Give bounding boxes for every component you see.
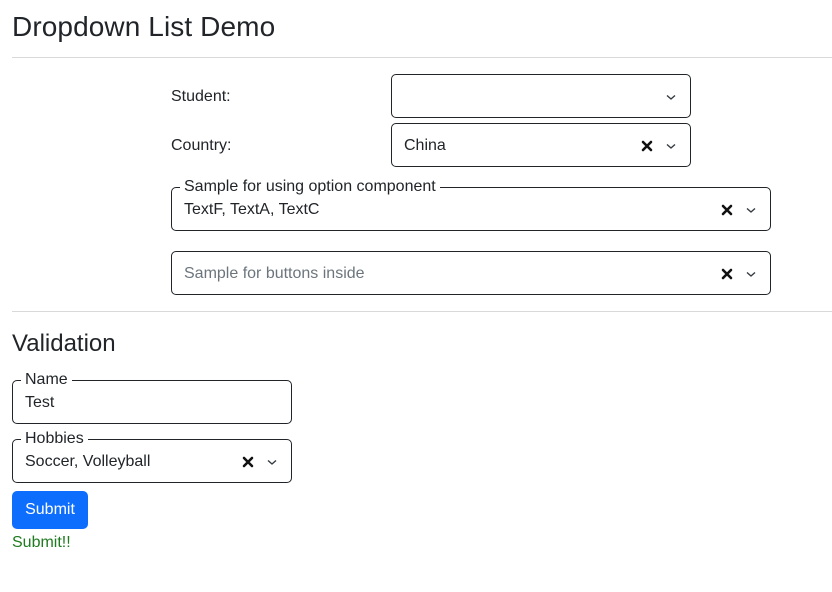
option-component-select[interactable]: Sample for using option component TextF,…	[171, 177, 771, 231]
submit-message: Submit!!	[12, 534, 71, 551]
country-value: China	[404, 137, 446, 154]
clear-icon[interactable]	[718, 265, 736, 283]
chevron-down-icon[interactable]	[662, 88, 680, 106]
chevron-down-icon[interactable]	[662, 137, 680, 155]
buttons-inside-placeholder: Sample for buttons inside	[184, 265, 365, 282]
hobbies-select[interactable]: Hobbies Soccer, Volleyball	[12, 429, 292, 483]
country-select[interactable]: China	[391, 123, 691, 167]
name-field[interactable]: Name	[12, 370, 292, 424]
student-select[interactable]	[391, 74, 691, 118]
clear-icon[interactable]	[638, 137, 656, 155]
clear-icon[interactable]	[718, 201, 736, 219]
chevron-down-icon[interactable]	[742, 265, 760, 283]
option-component-legend: Sample for using option component	[180, 177, 440, 197]
hobbies-legend: Hobbies	[21, 429, 88, 449]
section-divider	[12, 311, 832, 312]
student-label: Student:	[171, 88, 231, 105]
chevron-down-icon[interactable]	[263, 453, 281, 471]
clear-icon[interactable]	[239, 453, 257, 471]
buttons-inside-select[interactable]: Sample for buttons inside	[171, 251, 771, 295]
validation-title: Validation	[12, 330, 116, 357]
hobbies-value: Soccer, Volleyball	[25, 453, 151, 470]
page-title: Dropdown List Demo	[12, 11, 276, 42]
option-component-value: TextF, TextA, TextC	[184, 201, 320, 218]
country-label: Country:	[171, 137, 232, 154]
chevron-down-icon[interactable]	[742, 201, 760, 219]
name-legend: Name	[21, 370, 72, 390]
submit-button[interactable]: Submit	[12, 491, 88, 529]
top-divider	[12, 57, 832, 58]
name-input[interactable]	[25, 393, 279, 413]
